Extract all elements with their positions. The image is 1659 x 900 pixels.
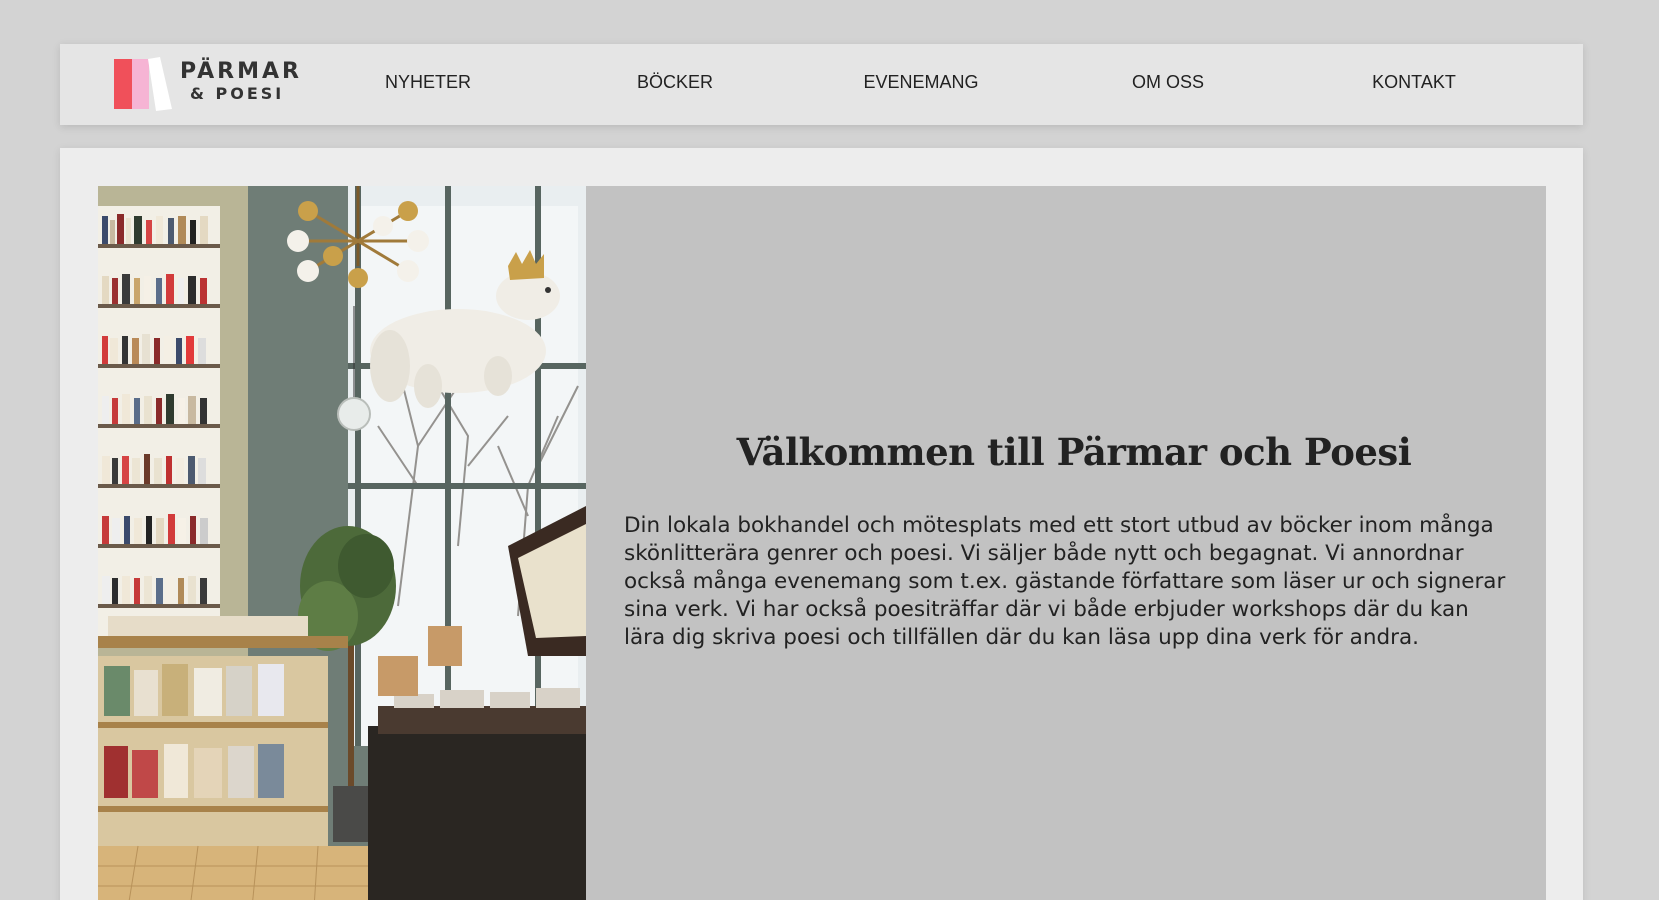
nav-link-kontakt[interactable]: KONTAKT: [1324, 72, 1504, 93]
nav-link-nyheter[interactable]: NYHETER: [338, 72, 518, 93]
welcome-title: Välkommen till Pärmar och Poesi: [736, 430, 1412, 474]
brand-name-line2: & POESI: [190, 84, 285, 103]
book-covers-logo-icon: [114, 57, 172, 111]
nav-link-om-oss[interactable]: OM OSS: [1078, 72, 1258, 93]
page: PÄRMAR & POESI NYHETER BÖCKER EVENEMANG …: [0, 0, 1659, 900]
top-navigation: PÄRMAR & POESI NYHETER BÖCKER EVENEMANG …: [60, 44, 1583, 125]
brand-name-line1: PÄRMAR: [180, 59, 302, 84]
main-card: Välkommen till Pärmar och Poesi Din loka…: [60, 148, 1583, 900]
welcome-content: Välkommen till Pärmar och Poesi Din loka…: [624, 186, 1524, 900]
brand-logo[interactable]: PÄRMAR & POESI: [114, 57, 304, 113]
brand-name: PÄRMAR & POESI: [180, 61, 302, 102]
welcome-description: Din lokala bokhandel och mötesplats med …: [624, 513, 1506, 650]
hero-section: Välkommen till Pärmar och Poesi Din loka…: [98, 186, 1546, 900]
nav-link-bocker[interactable]: BÖCKER: [585, 72, 765, 93]
nav-link-evenemang[interactable]: EVENEMANG: [831, 72, 1011, 93]
bookstore-photo: [98, 186, 586, 900]
bookstore-interior-illustration: [98, 186, 586, 900]
